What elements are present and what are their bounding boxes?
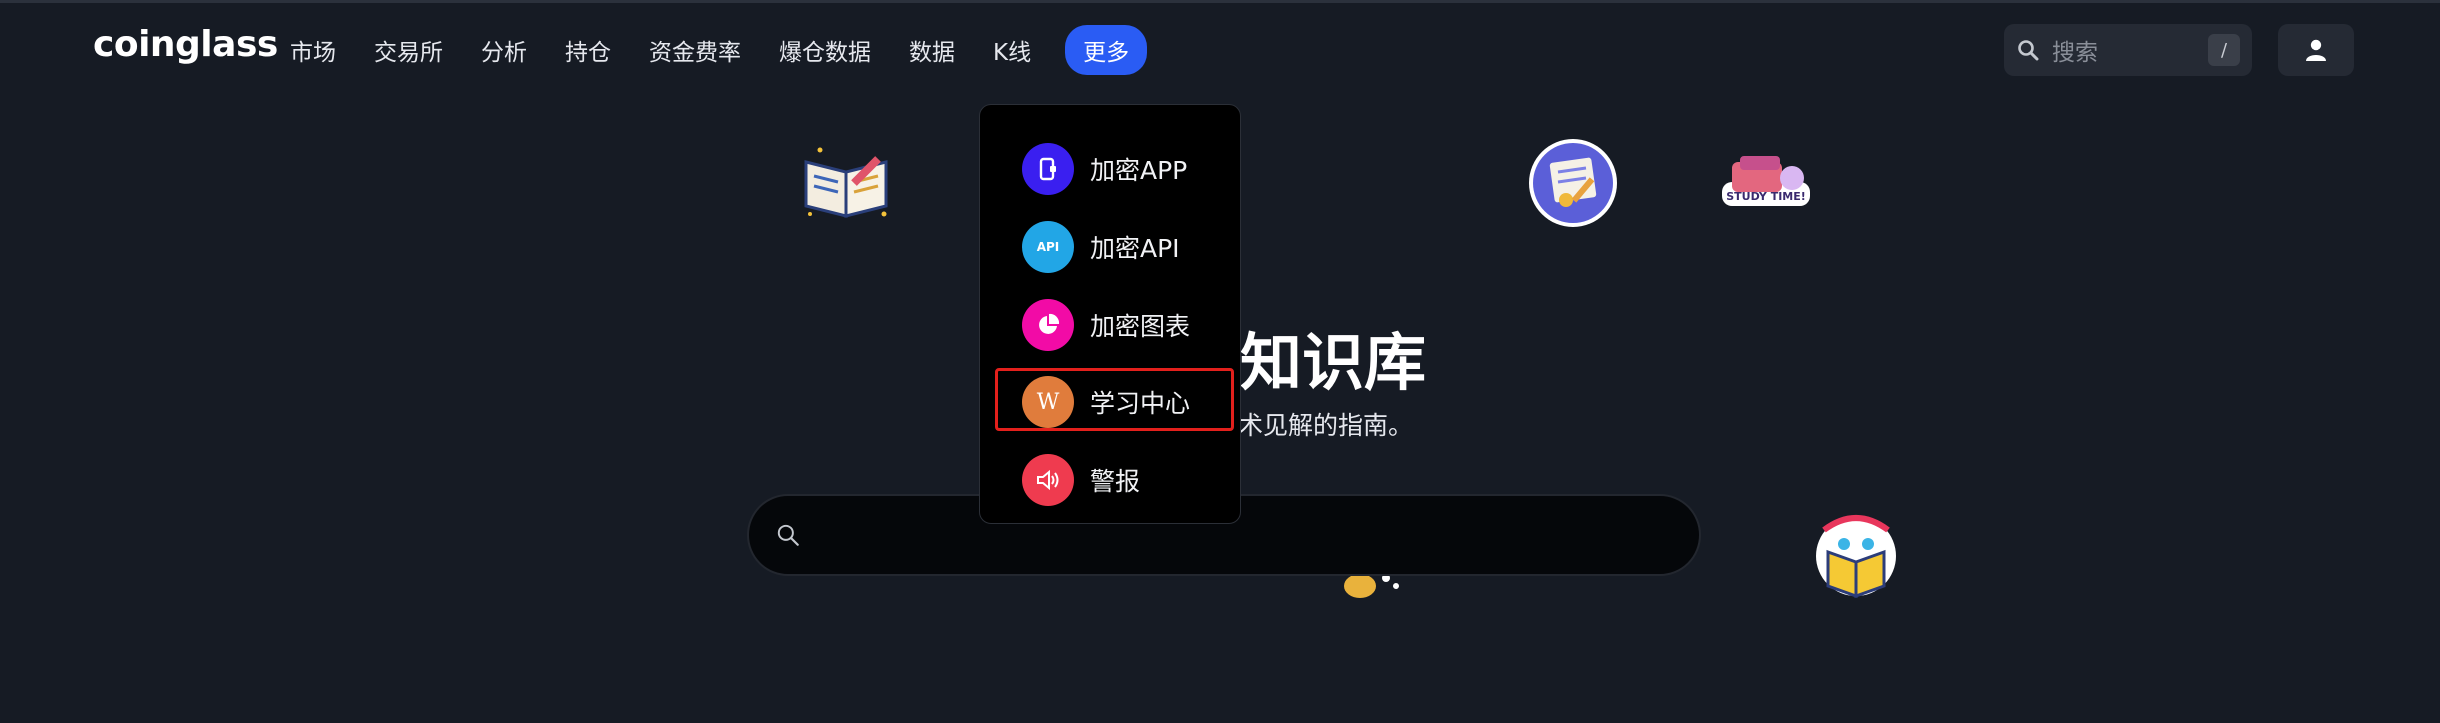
mobile-app-icon [1022, 143, 1074, 195]
menu-item-label: 加密APP [1090, 156, 1188, 185]
page-title: 知识库 [1240, 326, 1427, 399]
nav-analysis[interactable]: 分析 [481, 33, 527, 67]
nav-kline[interactable]: K线 [993, 33, 1031, 67]
pie-chart-icon [1022, 299, 1074, 351]
nav-markets[interactable]: 市场 [290, 33, 336, 67]
page-subtitle: 术见解的指南。 [1238, 411, 1414, 440]
api-icon: API [1022, 221, 1074, 273]
menu-item-alerts[interactable]: 警报 [1022, 453, 1140, 507]
search-shortcut-key: / [2208, 34, 2240, 66]
book-sticker [800, 140, 892, 226]
search-icon [777, 524, 799, 546]
svg-text:STUDY TIME!: STUDY TIME! [1726, 190, 1806, 203]
more-dropdown-menu: 加密APP API 加密API 加密图表 W 学习中心 警报 [979, 104, 1241, 524]
menu-item-label: 加密API [1090, 234, 1180, 263]
nav-exchanges[interactable]: 交易所 [374, 33, 443, 67]
selection-highlight-box [995, 368, 1234, 431]
search-icon [2018, 40, 2039, 61]
nav-more[interactable]: 更多 [1065, 25, 1148, 75]
speaker-icon [1022, 454, 1074, 506]
certificate-sticker [1526, 136, 1620, 234]
menu-item-label: 警报 [1090, 467, 1141, 496]
nav-data[interactable]: 数据 [909, 33, 955, 67]
main-nav: 市场 交易所 分析 持仓 资金费率 爆仓数据 数据 K线 更多 [290, 25, 1185, 75]
header-search-input[interactable]: 搜索 / [2004, 24, 2252, 76]
nav-funding-rate[interactable]: 资金费率 [649, 33, 741, 67]
study-time-sticker: STUDY TIME! [1718, 148, 1814, 218]
top-border [0, 0, 2440, 3]
menu-item-crypto-charts[interactable]: 加密图表 [1022, 298, 1190, 352]
keep-learning-sticker [1814, 506, 1898, 604]
nav-liquidations[interactable]: 爆仓数据 [779, 33, 871, 67]
search-placeholder: 搜索 [2052, 40, 2098, 66]
menu-item-crypto-app[interactable]: 加密APP [1022, 142, 1187, 196]
nav-open-interest[interactable]: 持仓 [565, 33, 611, 67]
menu-item-crypto-api[interactable]: API 加密API [1022, 220, 1180, 274]
coinglass-logo[interactable]: coinglass [93, 24, 278, 65]
user-account-button[interactable] [2278, 24, 2354, 76]
user-icon [2306, 39, 2326, 61]
menu-item-label: 加密图表 [1090, 312, 1191, 341]
